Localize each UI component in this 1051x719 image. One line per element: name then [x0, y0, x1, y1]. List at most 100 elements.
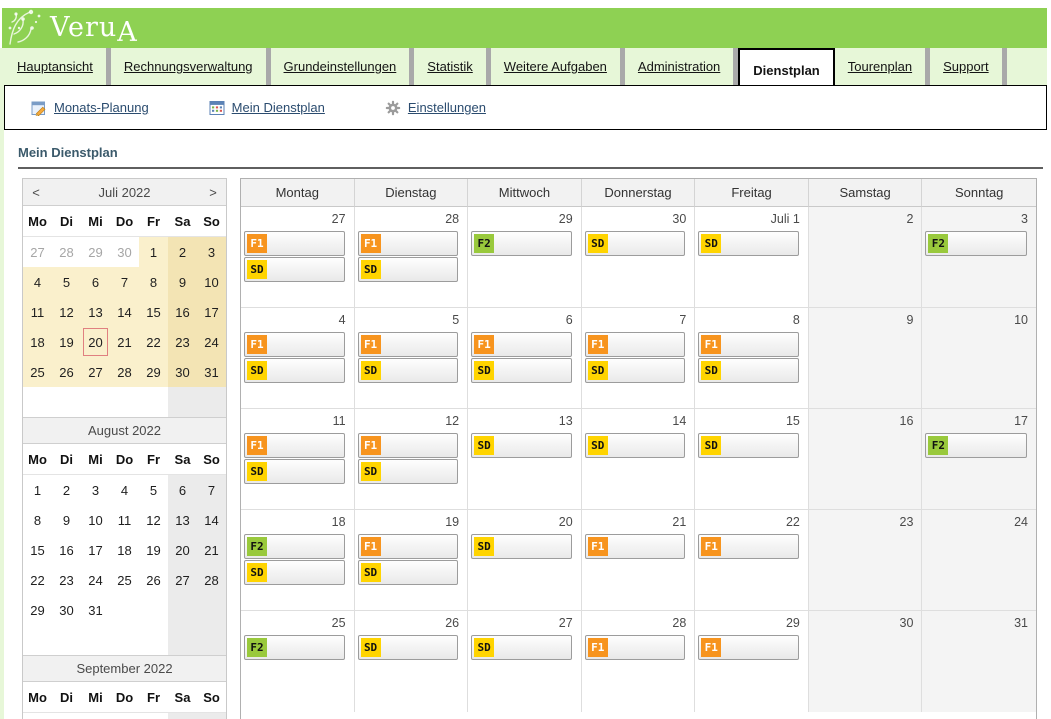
- mini-day-cell[interactable]: 16: [168, 297, 197, 327]
- mini-day-cell[interactable]: 4: [23, 267, 52, 297]
- tab-weitere-aufgaben[interactable]: Weitere Aufgaben: [491, 48, 625, 85]
- toolbar-link-monats-planung[interactable]: Monats-Planung: [54, 100, 149, 115]
- day-cell[interactable]: 29F1: [695, 611, 809, 712]
- mini-day-cell[interactable]: 15: [139, 297, 168, 327]
- day-cell[interactable]: 29F2: [468, 207, 582, 308]
- mini-day-cell[interactable]: 7: [110, 267, 139, 297]
- mini-day-cell[interactable]: 31: [81, 595, 110, 625]
- mini-day-cell[interactable]: 3: [197, 237, 226, 267]
- shift-entry[interactable]: SD: [244, 459, 345, 484]
- shift-entry[interactable]: SD: [244, 257, 345, 282]
- shift-entry[interactable]: SD: [698, 231, 799, 256]
- tab-dienstplan[interactable]: Dienstplan: [738, 48, 834, 90]
- shift-entry[interactable]: F1: [471, 332, 572, 357]
- mini-day-cell[interactable]: 29: [139, 357, 168, 387]
- shift-entry[interactable]: F2: [244, 534, 345, 559]
- shift-entry[interactable]: SD: [244, 358, 345, 383]
- shift-entry[interactable]: F2: [925, 231, 1027, 256]
- shift-entry[interactable]: SD: [471, 534, 572, 559]
- mini-day-cell[interactable]: 27: [23, 237, 52, 267]
- mini-day-cell[interactable]: 24: [197, 327, 226, 357]
- mini-day-cell[interactable]: 27: [168, 565, 197, 595]
- mini-day-cell[interactable]: 4: [110, 475, 139, 505]
- day-cell[interactable]: 11F1SD: [241, 409, 355, 510]
- shift-entry[interactable]: SD: [585, 231, 686, 256]
- day-cell[interactable]: 28F1: [582, 611, 696, 712]
- shift-entry[interactable]: F1: [585, 332, 686, 357]
- mini-day-cell[interactable]: 3: [81, 475, 110, 505]
- shift-entry[interactable]: SD: [358, 459, 459, 484]
- mini-day-cell[interactable]: 23: [168, 327, 197, 357]
- day-cell[interactable]: 10: [922, 308, 1036, 409]
- day-cell[interactable]: 16: [809, 409, 923, 510]
- mini-day-cell[interactable]: 7: [197, 475, 226, 505]
- mini-day-cell[interactable]: 8: [139, 267, 168, 297]
- shift-entry[interactable]: SD: [585, 433, 686, 458]
- next-month-button[interactable]: >: [200, 185, 226, 200]
- mini-day-cell[interactable]: 6: [81, 267, 110, 297]
- day-cell[interactable]: 8F1SD: [695, 308, 809, 409]
- mini-day-cell[interactable]: 8: [23, 505, 52, 535]
- mini-day-cell[interactable]: 11: [23, 297, 52, 327]
- mini-day-cell[interactable]: 29: [23, 595, 52, 625]
- shift-entry[interactable]: F2: [244, 635, 345, 660]
- mini-day-cell[interactable]: 9: [168, 267, 197, 297]
- day-cell[interactable]: 2: [809, 207, 923, 308]
- mini-day-cell[interactable]: 6: [168, 475, 197, 505]
- mini-day-cell[interactable]: 5: [52, 267, 81, 297]
- day-cell[interactable]: 28F1SD: [355, 207, 469, 308]
- mini-day-cell[interactable]: 13: [81, 297, 110, 327]
- shift-entry[interactable]: SD: [471, 635, 572, 660]
- mini-day-cell[interactable]: 23: [52, 565, 81, 595]
- day-cell[interactable]: 17F2: [922, 409, 1036, 510]
- mini-day-cell[interactable]: 2: [139, 713, 168, 719]
- toolbar-item-einstellungen[interactable]: Einstellungen: [385, 100, 486, 116]
- shift-entry[interactable]: F1: [244, 433, 345, 458]
- mini-day-cell[interactable]: 10: [197, 267, 226, 297]
- mini-day-cell[interactable]: 30: [168, 357, 197, 387]
- day-cell[interactable]: 14SD: [582, 409, 696, 510]
- mini-day-cell[interactable]: 10: [81, 505, 110, 535]
- shift-entry[interactable]: F1: [358, 332, 459, 357]
- shift-entry[interactable]: F1: [244, 332, 345, 357]
- mini-day-cell[interactable]: 20: [168, 535, 197, 565]
- shift-entry[interactable]: F1: [358, 433, 459, 458]
- day-cell[interactable]: 3F2: [922, 207, 1036, 308]
- day-cell[interactable]: 20SD: [468, 510, 582, 611]
- mini-day-cell[interactable]: 22: [23, 565, 52, 595]
- mini-day-cell[interactable]: 4: [197, 713, 226, 719]
- day-cell[interactable]: 6F1SD: [468, 308, 582, 409]
- mini-day-cell[interactable]: 31: [197, 357, 226, 387]
- day-cell[interactable]: 24: [922, 510, 1036, 611]
- mini-day-cell[interactable]: 30: [110, 237, 139, 267]
- mini-day-cell[interactable]: 5: [139, 475, 168, 505]
- mini-day-cell[interactable]: 14: [197, 505, 226, 535]
- day-cell[interactable]: 25F2: [241, 611, 355, 712]
- tab-hauptansicht[interactable]: Hauptansicht: [4, 48, 111, 85]
- shift-entry[interactable]: SD: [358, 635, 459, 660]
- tab-administration[interactable]: Administration: [625, 48, 738, 85]
- day-cell[interactable]: 4F1SD: [241, 308, 355, 409]
- day-cell[interactable]: 27F1SD: [241, 207, 355, 308]
- day-cell[interactable]: 23: [809, 510, 923, 611]
- mini-day-cell[interactable]: 12: [139, 505, 168, 535]
- shift-entry[interactable]: F1: [585, 635, 686, 660]
- mini-day-cell[interactable]: 11: [110, 505, 139, 535]
- day-cell[interactable]: 12F1SD: [355, 409, 469, 510]
- shift-entry[interactable]: SD: [698, 433, 799, 458]
- day-cell[interactable]: 19F1SD: [355, 510, 469, 611]
- mini-day-cell[interactable]: 13: [168, 505, 197, 535]
- shift-entry[interactable]: F1: [698, 635, 799, 660]
- shift-entry[interactable]: F1: [698, 332, 799, 357]
- shift-entry[interactable]: F1: [358, 534, 459, 559]
- mini-day-cell[interactable]: 28: [197, 565, 226, 595]
- mini-day-cell[interactable]: 27: [81, 357, 110, 387]
- day-cell[interactable]: 30: [809, 611, 923, 712]
- mini-day-cell[interactable]: 22: [139, 327, 168, 357]
- mini-day-cell[interactable]: 24: [81, 565, 110, 595]
- tab-rechnungsverwaltung[interactable]: Rechnungsverwaltung: [111, 48, 271, 85]
- shift-entry[interactable]: F2: [925, 433, 1027, 458]
- shift-entry[interactable]: F1: [698, 534, 799, 559]
- mini-day-cell[interactable]: 26: [52, 357, 81, 387]
- mini-day-cell[interactable]: 25: [110, 565, 139, 595]
